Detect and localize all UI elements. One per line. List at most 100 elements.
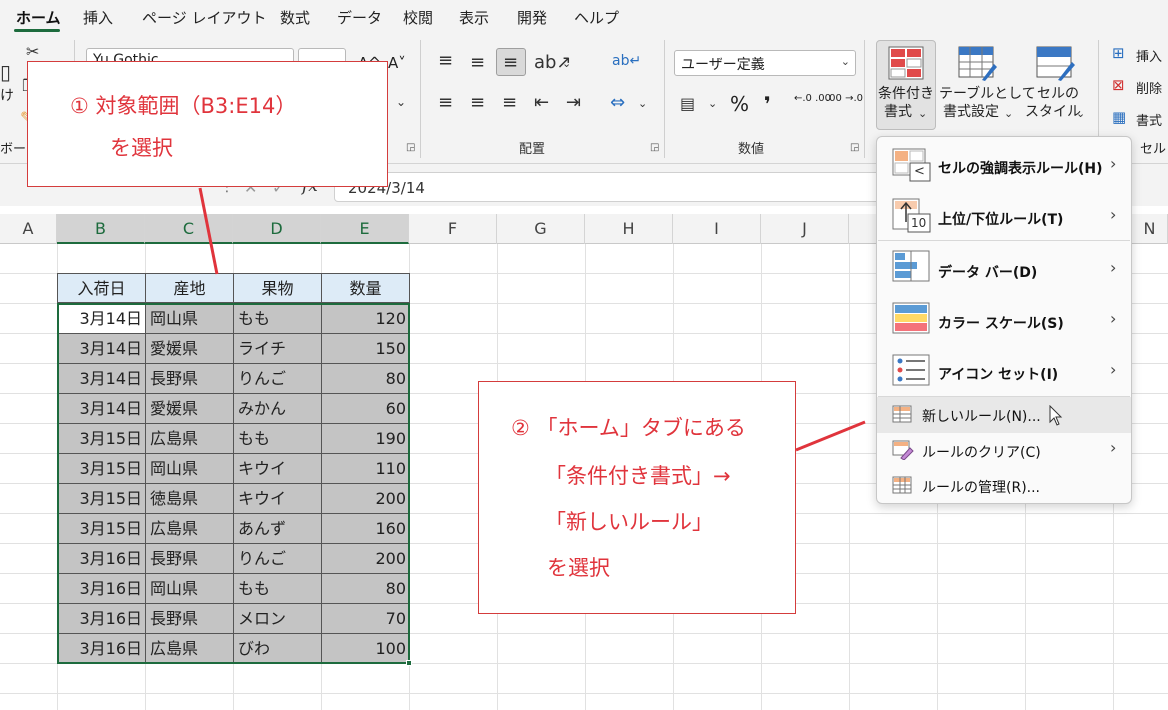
alignment-dialog-launcher-icon[interactable]: ◲ — [650, 142, 659, 153]
insert-cells-icon[interactable]: ⊞ — [1112, 46, 1125, 61]
cut-icon[interactable]: ✂ — [26, 44, 39, 60]
cell-fruit[interactable]: みかん — [234, 394, 322, 424]
column-header-i[interactable]: I — [673, 214, 761, 244]
cell-origin[interactable]: 岡山県 — [146, 304, 234, 334]
menu-item-color-scales[interactable]: カラー スケール(S) — [938, 313, 1064, 333]
cell-quantity[interactable]: 110 — [322, 454, 410, 484]
cell-origin[interactable]: 広島県 — [146, 424, 234, 454]
tab-formulas[interactable]: 数式 — [280, 7, 310, 28]
chevron-down-icon[interactable]: ⌄ — [562, 58, 571, 69]
cell-origin[interactable]: 岡山県 — [146, 454, 234, 484]
cell-quantity[interactable]: 120 — [322, 304, 410, 334]
increase-indent-icon[interactable]: ⇥ — [566, 94, 581, 112]
decrease-decimal-button[interactable]: .00 →.0 — [826, 94, 863, 104]
cell-fruit[interactable]: キウイ — [234, 484, 322, 514]
percent-style-button[interactable]: % — [730, 92, 749, 116]
tab-developer[interactable]: 開発 — [517, 7, 547, 28]
cell-fruit[interactable]: りんご — [234, 364, 322, 394]
cell-arrival-date[interactable]: 3月15日 — [57, 424, 146, 454]
align-left-icon[interactable]: ≡ — [438, 94, 453, 112]
cell-fruit[interactable]: もも — [234, 424, 322, 454]
cell-styles-icon[interactable] — [1036, 46, 1076, 82]
cell-quantity[interactable]: 200 — [322, 484, 410, 514]
cell-fruit[interactable]: びわ — [234, 634, 322, 664]
chevron-down-icon[interactable]: ⌄ — [708, 98, 717, 109]
column-header-j[interactable]: J — [761, 214, 849, 244]
column-header-f[interactable]: F — [409, 214, 497, 244]
cell-origin[interactable]: 岡山県 — [146, 574, 234, 604]
cell-quantity[interactable]: 80 — [322, 364, 410, 394]
format-cells-icon[interactable]: ▦ — [1112, 110, 1126, 125]
cell-arrival-date[interactable]: 3月14日 — [57, 364, 146, 394]
cell-arrival-date[interactable]: 3月14日 — [57, 304, 146, 334]
cell-arrival-date[interactable]: 3月15日 — [57, 484, 146, 514]
menu-item-highlight-cells-rules[interactable]: セルの強調表示ルール(H) — [938, 158, 1103, 178]
cell-fruit[interactable]: あんず — [234, 514, 322, 544]
cell-quantity[interactable]: 70 — [322, 604, 410, 634]
menu-item-data-bars[interactable]: データ バー(D) — [938, 262, 1037, 282]
cell-arrival-date[interactable]: 3月16日 — [57, 544, 146, 574]
chevron-down-icon[interactable]: ⌄ — [638, 98, 647, 109]
cell-fruit[interactable]: りんご — [234, 544, 322, 574]
paste-icon[interactable]: ▯ — [0, 62, 11, 82]
align-right-icon[interactable]: ≡ — [502, 94, 517, 112]
fill-handle[interactable] — [406, 660, 412, 666]
delete-cells-label[interactable]: 削除 — [1136, 78, 1162, 97]
cell-origin[interactable]: 徳島県 — [146, 484, 234, 514]
cell-fruit[interactable]: もも — [234, 574, 322, 604]
number-format-combo[interactable]: ユーザー定義 ⌄ — [674, 50, 856, 76]
tab-review[interactable]: 校閲 — [403, 7, 433, 28]
insert-cells-label[interactable]: 挿入 — [1136, 46, 1162, 65]
column-header-b[interactable]: B — [57, 214, 145, 244]
cell-arrival-date[interactable]: 3月14日 — [57, 334, 146, 364]
cell-quantity[interactable]: 190 — [322, 424, 410, 454]
chevron-down-icon[interactable]: ⌄ — [396, 96, 406, 108]
decrease-font-icon[interactable]: A˅ — [388, 54, 406, 72]
cell-arrival-date[interactable]: 3月15日 — [57, 454, 146, 484]
font-dialog-launcher-icon[interactable]: ◲ — [406, 142, 415, 153]
column-header-e[interactable]: E — [321, 214, 409, 244]
align-top-icon[interactable]: ≡ — [438, 52, 453, 70]
cell-arrival-date[interactable]: 3月15日 — [57, 514, 146, 544]
menu-item-manage-rules[interactable]: ルールの管理(R)... — [922, 477, 1040, 497]
delete-cells-icon[interactable]: ⊠ — [1112, 78, 1125, 93]
merge-center-icon[interactable]: ⇔ — [610, 94, 625, 112]
number-dialog-launcher-icon[interactable]: ◲ — [850, 142, 859, 153]
cell-fruit[interactable]: ライチ — [234, 334, 322, 364]
tab-page-layout[interactable]: ページ レイアウト — [142, 7, 266, 28]
cell-quantity[interactable]: 200 — [322, 544, 410, 574]
menu-item-clear-rules[interactable]: ルールのクリア(C) — [922, 442, 1041, 462]
align-middle-icon[interactable]: ≡ — [470, 54, 485, 72]
cell-origin[interactable]: 長野県 — [146, 364, 234, 394]
format-as-table-icon[interactable] — [958, 46, 998, 82]
column-header-d[interactable]: D — [233, 214, 321, 244]
cell-origin[interactable]: 愛媛県 — [146, 394, 234, 424]
cell-origin[interactable]: 愛媛県 — [146, 334, 234, 364]
column-header-a[interactable]: A — [0, 214, 57, 244]
tab-view[interactable]: 表示 — [459, 7, 489, 28]
menu-item-top-bottom-rules[interactable]: 上位/下位ルール(T) — [938, 209, 1063, 229]
cell-origin[interactable]: 長野県 — [146, 604, 234, 634]
align-bottom-button[interactable]: ≡ — [496, 48, 526, 76]
wrap-text-icon[interactable]: ab↵ — [612, 54, 641, 68]
cell-arrival-date[interactable]: 3月16日 — [57, 574, 146, 604]
cell-arrival-date[interactable]: 3月16日 — [57, 604, 146, 634]
align-center-icon[interactable]: ≡ — [470, 94, 485, 112]
decrease-indent-icon[interactable]: ⇤ — [534, 94, 549, 112]
cell-quantity[interactable]: 100 — [322, 634, 410, 664]
menu-item-new-rule[interactable]: 新しいルール(N)... — [922, 406, 1041, 426]
tab-home[interactable]: ホーム — [16, 7, 61, 28]
cell-arrival-date[interactable]: 3月16日 — [57, 634, 146, 664]
cell-fruit[interactable]: もも — [234, 304, 322, 334]
cell-quantity[interactable]: 80 — [322, 574, 410, 604]
cell-origin[interactable]: 広島県 — [146, 514, 234, 544]
table-header-arrival-date[interactable]: 入荷日 — [57, 273, 146, 303]
cell-fruit[interactable]: キウイ — [234, 454, 322, 484]
column-header-n[interactable]: N — [1132, 214, 1168, 244]
cell-fruit[interactable]: メロン — [234, 604, 322, 634]
cell-arrival-date[interactable]: 3月14日 — [57, 394, 146, 424]
cell-quantity[interactable]: 150 — [322, 334, 410, 364]
tab-help[interactable]: ヘルプ — [574, 7, 619, 28]
column-header-h[interactable]: H — [585, 214, 673, 244]
column-header-g[interactable]: G — [497, 214, 585, 244]
